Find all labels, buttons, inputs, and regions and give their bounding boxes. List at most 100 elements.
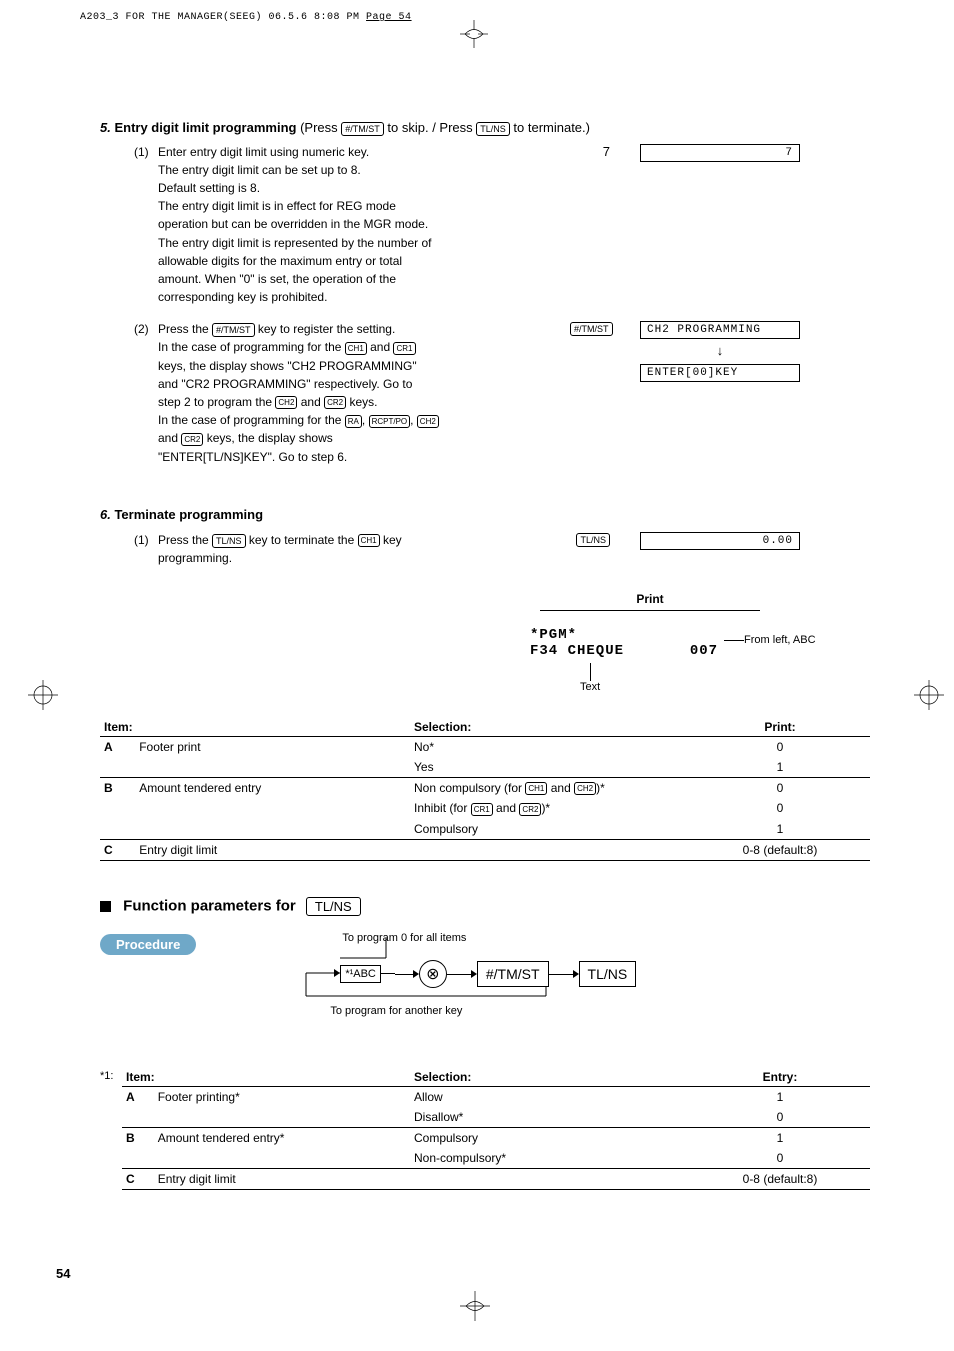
s5-2-l1a: Press the xyxy=(158,322,212,336)
print-underline xyxy=(540,610,760,611)
s5-1-l9: corresponding key is prohibited. xyxy=(134,289,560,305)
t2-h-sel: Selection: xyxy=(410,1067,690,1087)
t1-r1-item xyxy=(135,757,410,778)
s5-1-l4: The entry digit limit is in effect for R… xyxy=(134,198,560,214)
display-000: 0.00 xyxy=(640,532,800,550)
step6-num: 6. xyxy=(100,507,111,522)
t1-r3-selpost: )* xyxy=(541,801,550,815)
step5-title: 5. Entry digit limit programming (Press … xyxy=(100,120,894,136)
t2-r4-entry: 0-8 (default:8) xyxy=(690,1168,870,1189)
key-ra: RA xyxy=(345,415,362,428)
square-bullet-icon xyxy=(100,901,111,912)
table-row: Disallow* 0 xyxy=(122,1107,870,1128)
crop-mark-right-icon xyxy=(914,680,944,710)
key-tlns-2: TL/NS xyxy=(212,534,246,548)
receipt-block: *PGM* F34 CHEQUE 007 xyxy=(520,623,728,663)
key-cr2-2: CR2 xyxy=(181,433,203,446)
callout-text: Text xyxy=(580,681,894,693)
s5-1-l1: Enter entry digit limit using numeric ke… xyxy=(158,145,369,159)
doc-header: A203_3 FOR THE MANAGER(SEEG) 06.5.6 8:08… xyxy=(80,12,412,23)
key-ch1-1: CH1 xyxy=(345,342,367,355)
table-row: Non-compulsory* 0 xyxy=(122,1148,870,1169)
arrow-right-icon xyxy=(549,973,579,974)
step6-title-bold: Terminate programming xyxy=(111,507,263,522)
s5-1-l6: The entry digit limit is represented by … xyxy=(134,235,560,251)
step5-title-r3: to terminate.) xyxy=(510,120,590,135)
diagram-tmst-box: #/TM/ST xyxy=(477,961,549,987)
t2-r4-code: C xyxy=(122,1168,154,1189)
func-title-pre: Function parameters for xyxy=(123,897,296,914)
s5-2-l7a: and xyxy=(158,431,181,445)
t2-r2-entry: 1 xyxy=(690,1127,870,1148)
t1-r3-selpre: Inhibit (for xyxy=(414,801,471,815)
key-cr1-1: CR1 xyxy=(393,342,415,355)
t2-r3-sel: Non-compulsory* xyxy=(410,1148,690,1169)
crop-mark-bottom-icon xyxy=(460,1291,490,1321)
t2-r0-sel: Allow xyxy=(410,1086,690,1107)
t2-r0-entry: 1 xyxy=(690,1086,870,1107)
s5-2-num: (2) xyxy=(134,321,158,337)
s5-1-l7: allowable digits for the maximum entry o… xyxy=(134,253,560,269)
t1-h-sel: Selection: xyxy=(410,717,690,737)
t1-r2-selpre: Non compulsory (for xyxy=(414,781,525,795)
diagram-caption-bottom: To program for another key xyxy=(330,1005,726,1017)
key-tmst-1: #/TM/ST xyxy=(341,122,384,136)
t1-r5-print: 0-8 (default:8) xyxy=(690,839,870,860)
key-ch1-t: CH1 xyxy=(525,782,547,795)
t1-r4-print: 1 xyxy=(690,819,870,840)
callout-right: From left, ABC xyxy=(744,634,816,646)
table-item-selection-print: Item: Selection: Print: A Footer print N… xyxy=(100,717,870,861)
step5-title-bold: Entry digit limit programming xyxy=(111,120,297,135)
t1-r1-print: 1 xyxy=(690,757,870,778)
table-row: Compulsory 1 xyxy=(100,819,870,840)
s6-1-l1c: key xyxy=(380,533,402,547)
diagram-abc-box: *¹ABC xyxy=(340,965,381,983)
crop-mark-left-icon xyxy=(28,680,58,710)
arrow-right-icon xyxy=(395,973,419,974)
procedure-bubble: Procedure xyxy=(100,934,196,955)
doc-header-text: A203_3 FOR THE MANAGER(SEEG) 06.5.6 8:08… xyxy=(80,12,366,23)
t1-r0-item: Footer print xyxy=(135,737,410,758)
t1-h-item: Item: xyxy=(100,717,410,737)
key-cr2-1: CR2 xyxy=(324,396,346,409)
s5-2-l2a: In the case of programming for the xyxy=(158,340,345,354)
table-row: C Entry digit limit 0-8 (default:8) xyxy=(122,1168,870,1189)
diagram-circle-icon: ⊗ xyxy=(419,960,447,988)
key-tlns-1: TL/NS xyxy=(476,122,510,136)
arrow-down-icon: ↓ xyxy=(640,345,800,358)
s5-1-l5: operation but can be overridden in the M… xyxy=(134,216,560,232)
print-title: Print xyxy=(520,592,780,606)
s5-2-l3: keys, the display shows "CH2 PROGRAMMING… xyxy=(134,358,560,374)
callout-vline-icon xyxy=(590,663,591,681)
func-title: Function parameters for TL/NS xyxy=(100,897,894,916)
t2-r0-item: Footer printing* xyxy=(154,1086,410,1107)
t2-r2-code: B xyxy=(122,1127,154,1148)
s5-2-l8: "ENTER[TL/NS]KEY". Go to step 6. xyxy=(134,449,560,465)
fold-mark-icon xyxy=(460,20,488,48)
t1-r4-item xyxy=(135,819,410,840)
t1-r3-item xyxy=(135,798,410,818)
s5-1-l3: Default setting is 8. xyxy=(134,180,560,196)
key-cr2-t: CR2 xyxy=(519,803,541,816)
s5-2-l5b: keys. xyxy=(346,395,377,409)
t2-note: *1: xyxy=(100,1067,122,1082)
t1-r0-sel: No* xyxy=(410,737,690,758)
t1-r0-code: A xyxy=(100,737,135,758)
receipt-line1: *PGM* xyxy=(530,627,577,643)
diagram-tlns-box: TL/NS xyxy=(579,961,637,987)
s5-2-l5a: step 2 to program the xyxy=(158,395,275,409)
t1-r4-code xyxy=(100,819,135,840)
arrow-right-icon xyxy=(447,973,477,974)
key-tmst-right: #/TM/ST xyxy=(570,322,613,336)
s5-2-l2mid: and xyxy=(367,340,394,354)
t1-r1-sel: Yes xyxy=(410,757,690,778)
s5-1-right-num: 7 xyxy=(570,144,610,159)
step5-title-r1: (Press xyxy=(296,120,341,135)
t2-r4-sel xyxy=(410,1168,690,1189)
s5-1-l2: The entry digit limit can be set up to 8… xyxy=(134,162,560,178)
key-tmst-2: #/TM/ST xyxy=(212,323,255,337)
display-ch2-prog: CH2 PROGRAMMING xyxy=(640,321,800,339)
t2-r2-item: Amount tendered entry* xyxy=(154,1127,410,1148)
t1-r2-print: 0 xyxy=(690,778,870,799)
t1-r5-code: C xyxy=(100,839,135,860)
